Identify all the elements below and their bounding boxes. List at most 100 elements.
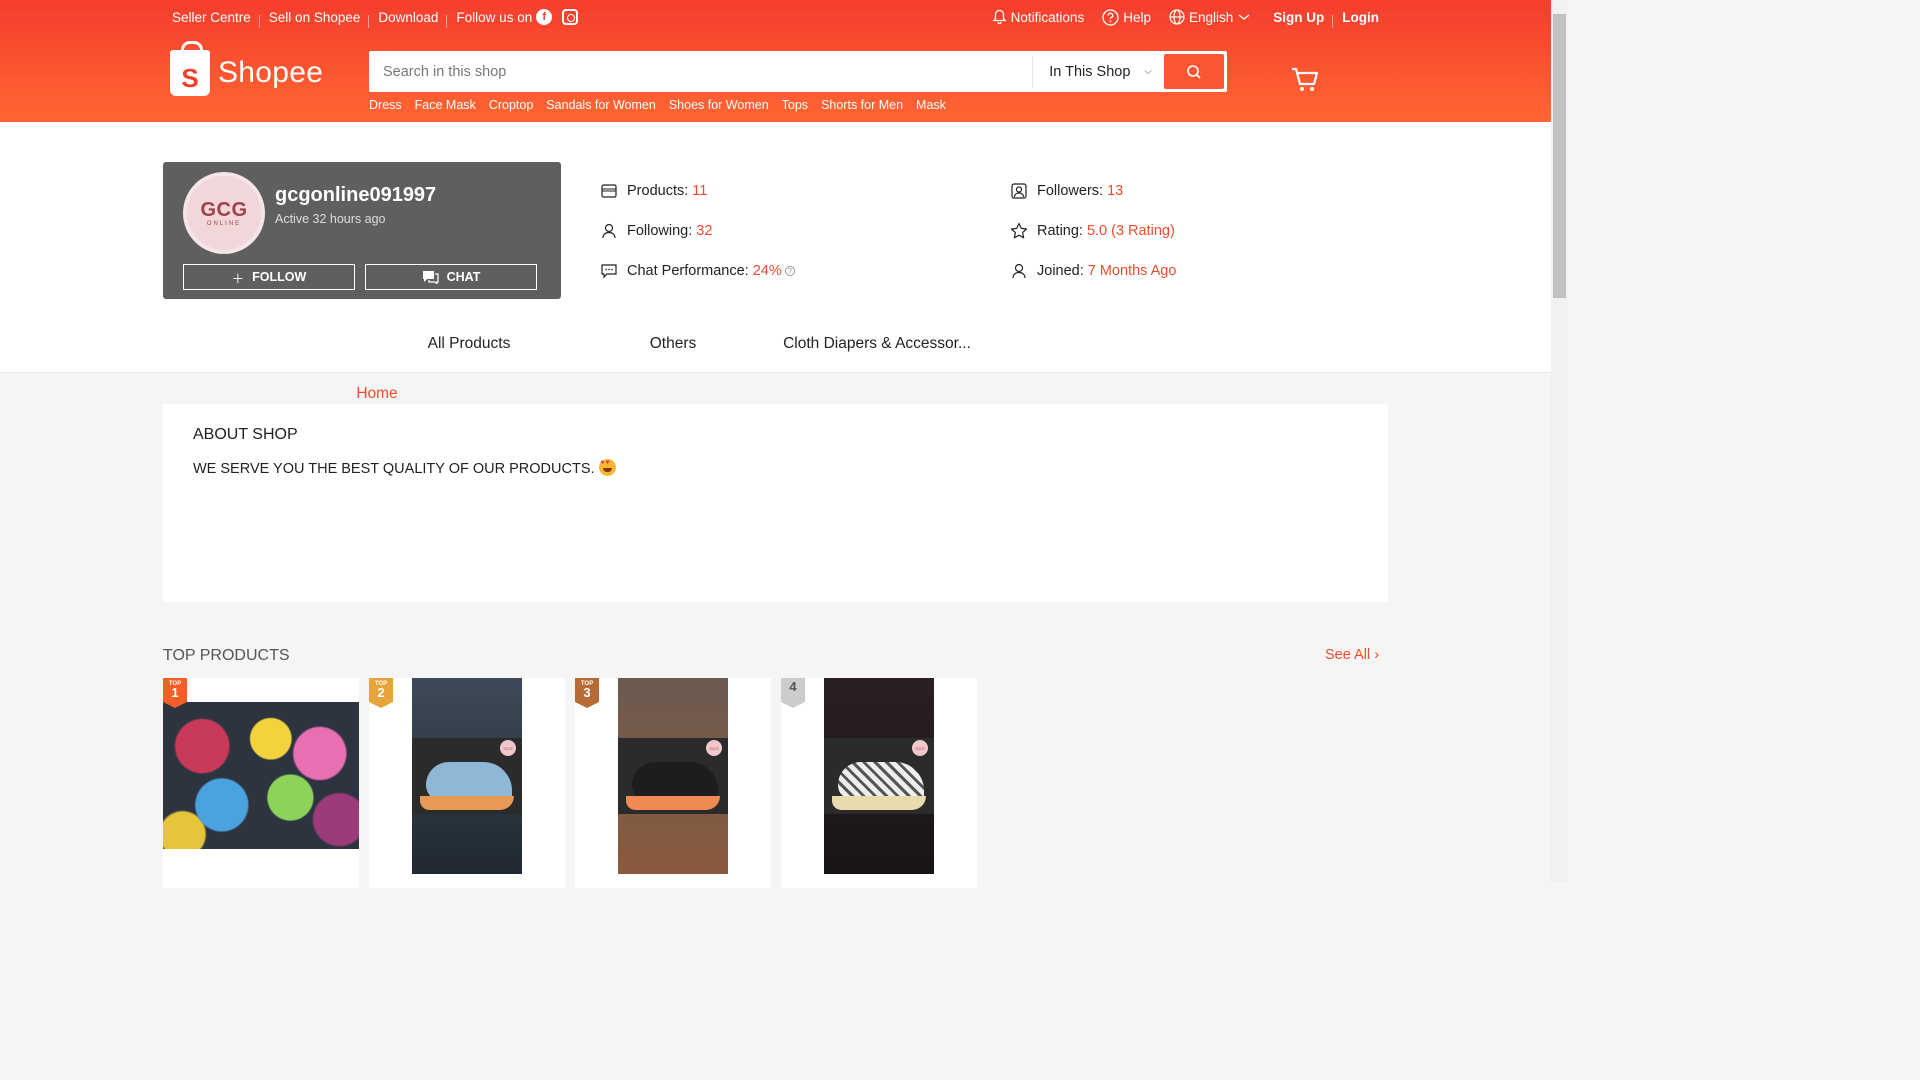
search-hint-link[interactable]: Shorts for Men (821, 98, 903, 112)
search-hint-link[interactable]: Dress (369, 98, 402, 112)
language-label: English (1188, 9, 1234, 25)
help-icon (1102, 8, 1119, 26)
search-bar: In This Shop ⌵ (369, 51, 1227, 92)
download-link[interactable]: Download (369, 10, 448, 28)
product-card[interactable]: TOP 3 GCG (575, 678, 771, 888)
watermark-logo: GCG (706, 740, 722, 756)
follow-us: Follow us on f (447, 9, 587, 25)
badge-rank: 4 (789, 679, 797, 694)
stat-following-label: Following: (627, 223, 693, 239)
chevron-down-icon: ⌵ (1144, 66, 1152, 77)
store-icon (601, 184, 617, 198)
stat-products: Products: 11 (600, 182, 707, 200)
badge-rank: 3 (583, 685, 591, 700)
search-scope-label: In This Shop (1049, 63, 1131, 80)
follow-button[interactable]: ＋ Follow (183, 264, 355, 290)
badge-rank: 2 (377, 685, 385, 700)
about-shop-text: WE SERVE YOU THE BEST QUALITY OF OUR PRO… (193, 459, 1358, 477)
cart-icon (1292, 67, 1319, 91)
stat-rating-value[interactable]: 5.0 (3 Rating) (1087, 223, 1175, 239)
language-selector[interactable]: English (1160, 9, 1264, 25)
search-icon (1187, 64, 1201, 79)
chat-label: Chat (446, 270, 481, 284)
stat-joined: Joined: 7 Months Ago (1010, 262, 1176, 280)
stat-following: Following: 32 (600, 222, 712, 240)
question-icon[interactable]: ? (784, 266, 795, 276)
shopee-logo[interactable]: S Shopee (170, 41, 324, 96)
search-hint-link[interactable]: Mask (916, 98, 946, 112)
tab-others[interactable]: Others (571, 323, 775, 373)
product-image (163, 702, 359, 849)
instagram-icon[interactable] (562, 9, 579, 25)
search-hint-link[interactable]: Sandals for Women (546, 98, 656, 112)
search-hint-link[interactable]: Croptop (489, 98, 533, 112)
tab-cloth-diapers[interactable]: Cloth Diapers & Accessor... (775, 323, 979, 373)
tab-all-products[interactable]: All Products (367, 323, 571, 373)
stat-products-label: Products: (627, 183, 689, 199)
bell-icon (992, 9, 1006, 25)
shop-active-status: Active 32 hours ago (275, 212, 386, 226)
followers-icon (1011, 183, 1027, 199)
chat-button[interactable]: Chat (365, 264, 537, 290)
plus-icon: ＋ (231, 271, 245, 286)
scrollbar-thumb[interactable] (1553, 14, 1566, 298)
stat-following-value: 32 (696, 223, 713, 239)
product-card[interactable]: TOP 2 GCG (369, 678, 565, 888)
top-navbar: Seller Centre Sell on Shopee Download Fo… (163, 0, 1388, 34)
shop-logo-subtext: ONLINE (206, 221, 242, 227)
search-hint-link[interactable]: Tops (782, 98, 808, 112)
search-hint-link[interactable]: Shoes for Women (669, 98, 769, 112)
stat-followers-value: 13 (1107, 183, 1124, 199)
stat-chat-value: 24% (752, 263, 782, 279)
stat-chat-label: Chat Performance: (627, 263, 749, 279)
watermark-logo: GCG (912, 740, 928, 756)
notifications-link[interactable]: Notifications (983, 9, 1094, 25)
top-products-list: TOP 1 TOP 2 GCG TOP 3 GCG 4 GCG (163, 678, 987, 888)
chevron-down-icon (1238, 14, 1250, 20)
user-icon (602, 223, 616, 239)
star-icon (1010, 222, 1028, 239)
stat-chat-performance: Chat Performance: 24% ? (600, 262, 795, 280)
site-header: Seller Centre Sell on Shopee Download Fo… (0, 0, 1551, 122)
top-rank-badge: TOP 2 (369, 678, 393, 708)
follow-us-label: Follow us on (456, 9, 533, 25)
seller-centre-link[interactable]: Seller Centre (163, 10, 260, 28)
badge-rank: 1 (171, 685, 179, 700)
about-shop-title: About Shop (193, 426, 298, 443)
search-scope-dropdown[interactable]: In This Shop ⌵ (1032, 55, 1164, 88)
shop-avatar[interactable]: GCG ONLINE (183, 172, 265, 254)
globe-icon (1169, 9, 1185, 25)
shop-card: GCG ONLINE gcgonline091997 Active 32 hou… (163, 162, 561, 299)
product-image: GCG (824, 678, 934, 874)
chevron-right-icon: › (1374, 647, 1380, 663)
stat-rating: Rating: 5.0 (3 Rating) (1010, 222, 1175, 240)
scrollbar[interactable] (1551, 0, 1568, 882)
help-link[interactable]: Help (1093, 8, 1160, 26)
search-button[interactable] (1164, 54, 1224, 89)
product-image: GCG (618, 678, 728, 874)
stat-joined-value: 7 Months Ago (1087, 263, 1177, 279)
stat-rating-label: Rating: (1037, 223, 1083, 239)
see-all-label: See All (1325, 647, 1371, 663)
search-input[interactable] (372, 54, 1033, 89)
facebook-icon[interactable]: f (536, 9, 553, 25)
top-products-title: Top Products (163, 647, 290, 664)
chat-bubble-icon (601, 264, 617, 279)
see-all-link[interactable]: See All › (1325, 647, 1379, 663)
cart-button[interactable] (1290, 64, 1320, 99)
brand-name: Shopee (218, 56, 324, 89)
search-hint-link[interactable]: Face Mask (415, 98, 476, 112)
about-shop-section: About Shop WE SERVE YOU THE BEST QUALITY… (163, 404, 1388, 602)
sign-up-link[interactable]: Sign Up (1264, 10, 1334, 28)
top-rank-badge: TOP 3 (575, 678, 599, 708)
shop-logo-text: GCG (200, 199, 248, 221)
stat-followers: Followers: 13 (1010, 182, 1123, 200)
help-label: Help (1123, 9, 1151, 25)
login-link[interactable]: Login (1333, 10, 1388, 25)
product-card[interactable]: 4 GCG (781, 678, 977, 888)
stat-followers-label: Followers: (1037, 183, 1104, 199)
heart-eyes-emoji-icon (598, 459, 616, 476)
sell-on-shopee-link[interactable]: Sell on Shopee (260, 10, 370, 28)
product-card[interactable]: TOP 1 (163, 678, 359, 888)
watermark-logo: GCG (500, 740, 516, 756)
